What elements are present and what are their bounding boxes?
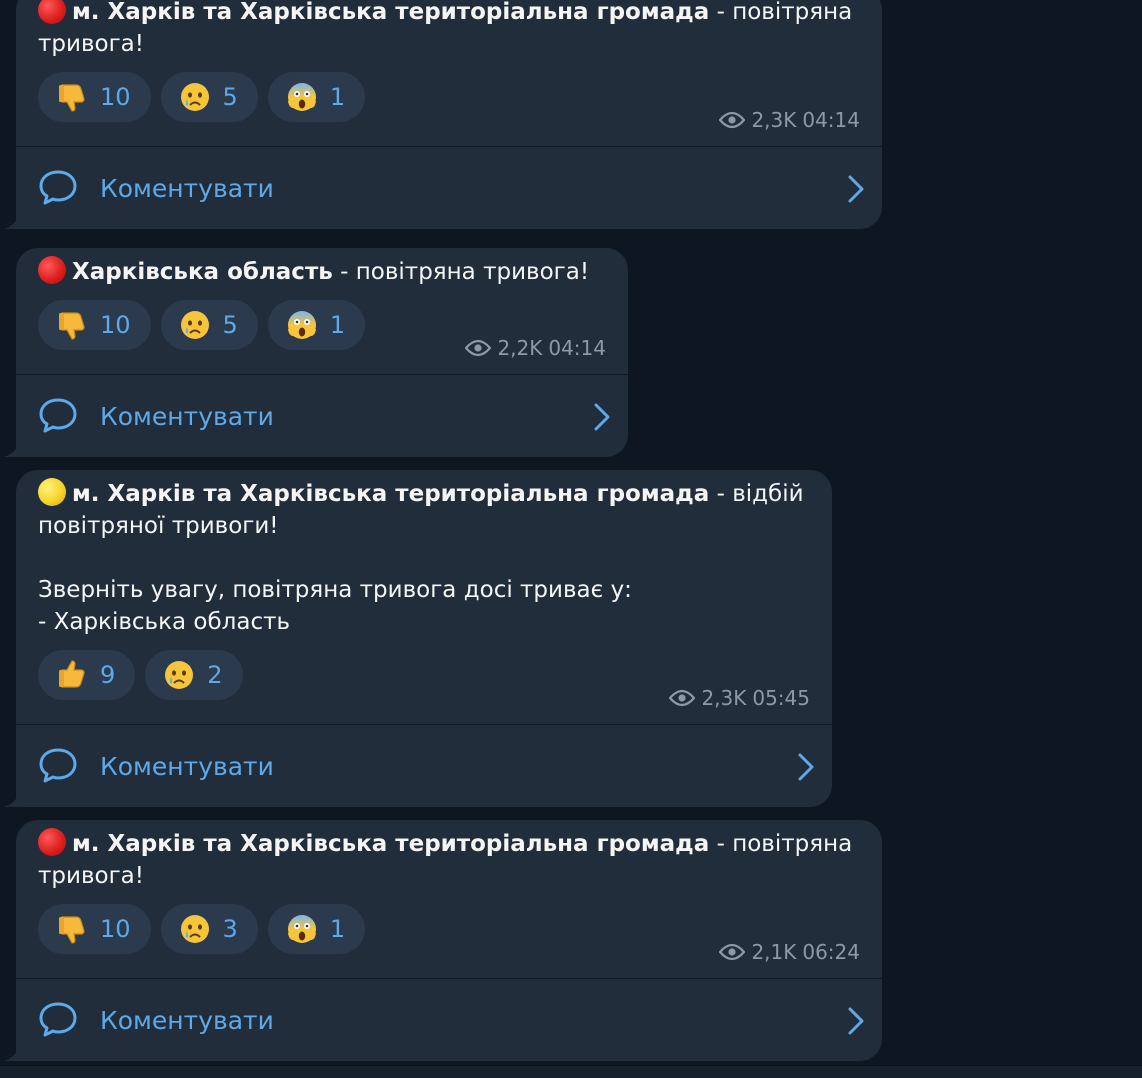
crying-face-icon (180, 915, 209, 943)
post-info: 2,3K 04:14 (719, 108, 860, 132)
reaction-screaming[interactable]: 1 (267, 904, 366, 954)
reaction-count: 10 (100, 915, 131, 943)
reaction-screaming[interactable]: 1 (267, 300, 366, 350)
comment-button[interactable]: Коментувати (16, 147, 882, 229)
post-meta: 10 5 1 2,3K 04:14 (38, 70, 860, 132)
view-count: 2,2K (497, 336, 543, 360)
thumbs-down-icon (59, 312, 85, 340)
reaction-crying[interactable]: 5 (160, 300, 258, 350)
post-text: Харківська область - повітряна тривога! (38, 256, 606, 288)
chevron-right-icon (798, 753, 814, 781)
chevron-right-icon (848, 1007, 864, 1035)
post-text: м. Харків та Харківська територіальна гр… (38, 0, 860, 60)
channel-post[interactable]: Харківська область - повітряна тривога! … (4, 248, 628, 457)
reaction-crying[interactable]: 3 (160, 904, 258, 954)
chevron-right-icon (594, 403, 610, 431)
reaction-count: 3 (222, 915, 238, 943)
crying-face-icon (180, 311, 209, 339)
reaction-count: 10 (100, 311, 131, 339)
post-time: 06:24 (802, 940, 860, 964)
red-circle-icon (38, 0, 66, 24)
reaction-count: 1 (329, 83, 346, 111)
thumbs-down-icon (59, 916, 85, 944)
post-text: м. Харків та Харківська територіальна гр… (38, 828, 860, 892)
composer-bar-edge (0, 1065, 1142, 1078)
post-time: 05:45 (752, 686, 810, 710)
comment-button[interactable]: Коментувати (16, 979, 882, 1061)
post-info: 2,2K 04:14 (465, 336, 606, 360)
reactions-bar: 10 5 1 (38, 300, 366, 350)
reaction-crying[interactable]: 2 (145, 650, 243, 700)
reaction-count: 9 (100, 661, 116, 689)
post-text: м. Харків та Харківська територіальна гр… (38, 478, 810, 542)
post-time: 04:14 (802, 108, 860, 132)
post-info: 2,1K 06:24 (719, 940, 860, 964)
eye-icon (719, 943, 746, 961)
post-location: м. Харків та Харківська територіальна гр… (72, 0, 710, 25)
comment-label: Коментувати (100, 173, 274, 203)
channel-post[interactable]: м. Харків та Харківська територіальна гр… (4, 470, 832, 807)
comment-button[interactable]: Коментувати (16, 725, 832, 807)
reaction-count: 5 (222, 311, 238, 339)
post-location: м. Харків та Харківська територіальна гр… (72, 481, 710, 507)
yellow-circle-icon (38, 478, 66, 506)
post-meta: 9 2 2,3K 05:45 (38, 648, 810, 710)
comment-bubble-icon (39, 170, 77, 205)
red-circle-icon (38, 828, 66, 856)
comment-bubble-icon (39, 398, 77, 433)
post-time: 04:14 (548, 336, 606, 360)
reaction-screaming[interactable]: 1 (267, 72, 366, 122)
view-count: 2,1K (751, 940, 797, 964)
reactions-bar: 9 2 (38, 650, 243, 700)
post-meta: 10 3 1 2,1K 06:24 (38, 902, 860, 964)
post-info: 2,3K 05:45 (669, 686, 810, 710)
post-status: - повітряна тривога! (332, 259, 590, 285)
reaction-thumbs-down[interactable]: 10 (38, 300, 151, 350)
comment-label: Коментувати (100, 751, 274, 781)
post-location: м. Харків та Харківська територіальна гр… (72, 831, 710, 857)
comment-bubble-icon (39, 748, 77, 783)
chat-history[interactable]: м. Харків та Харківська територіальна гр… (0, 0, 1142, 1078)
eye-icon (669, 689, 696, 707)
reaction-count: 5 (222, 83, 238, 111)
comment-label: Коментувати (100, 401, 274, 431)
reaction-thumbs-up[interactable]: 9 (38, 650, 136, 700)
red-circle-icon (38, 256, 66, 284)
reaction-thumbs-down[interactable]: 10 (38, 904, 151, 954)
reactions-bar: 10 5 1 (38, 72, 366, 122)
screaming-face-icon (287, 83, 316, 111)
screaming-face-icon (287, 915, 316, 943)
reaction-crying[interactable]: 5 (160, 72, 258, 122)
comment-button[interactable]: Коментувати (16, 375, 628, 457)
view-count: 2,3K (701, 686, 747, 710)
thumbs-down-icon (59, 84, 85, 112)
reaction-count: 1 (329, 915, 346, 943)
crying-face-icon (165, 661, 194, 689)
crying-face-icon (180, 83, 209, 111)
comment-label: Коментувати (100, 1005, 274, 1035)
comment-bubble-icon (39, 1002, 77, 1037)
reaction-count: 10 (100, 83, 131, 111)
channel-post[interactable]: м. Харків та Харківська територіальна гр… (4, 820, 882, 1061)
eye-icon (465, 339, 492, 357)
thumbs-up-icon (59, 660, 85, 688)
reaction-thumbs-down[interactable]: 10 (38, 72, 151, 122)
post-location: Харківська область (72, 259, 333, 285)
post-note: Зверніть увагу, повітряна тривога досі т… (38, 577, 632, 635)
reactions-bar: 10 3 1 (38, 904, 366, 954)
eye-icon (719, 111, 746, 129)
screaming-face-icon (287, 311, 316, 339)
channel-post[interactable]: м. Харків та Харківська територіальна гр… (4, 0, 882, 229)
reaction-count: 2 (207, 661, 223, 689)
post-meta: 10 5 1 2,2K 04:14 (38, 298, 606, 360)
chevron-right-icon (848, 175, 864, 203)
view-count: 2,3K (751, 108, 797, 132)
reaction-count: 1 (329, 311, 346, 339)
